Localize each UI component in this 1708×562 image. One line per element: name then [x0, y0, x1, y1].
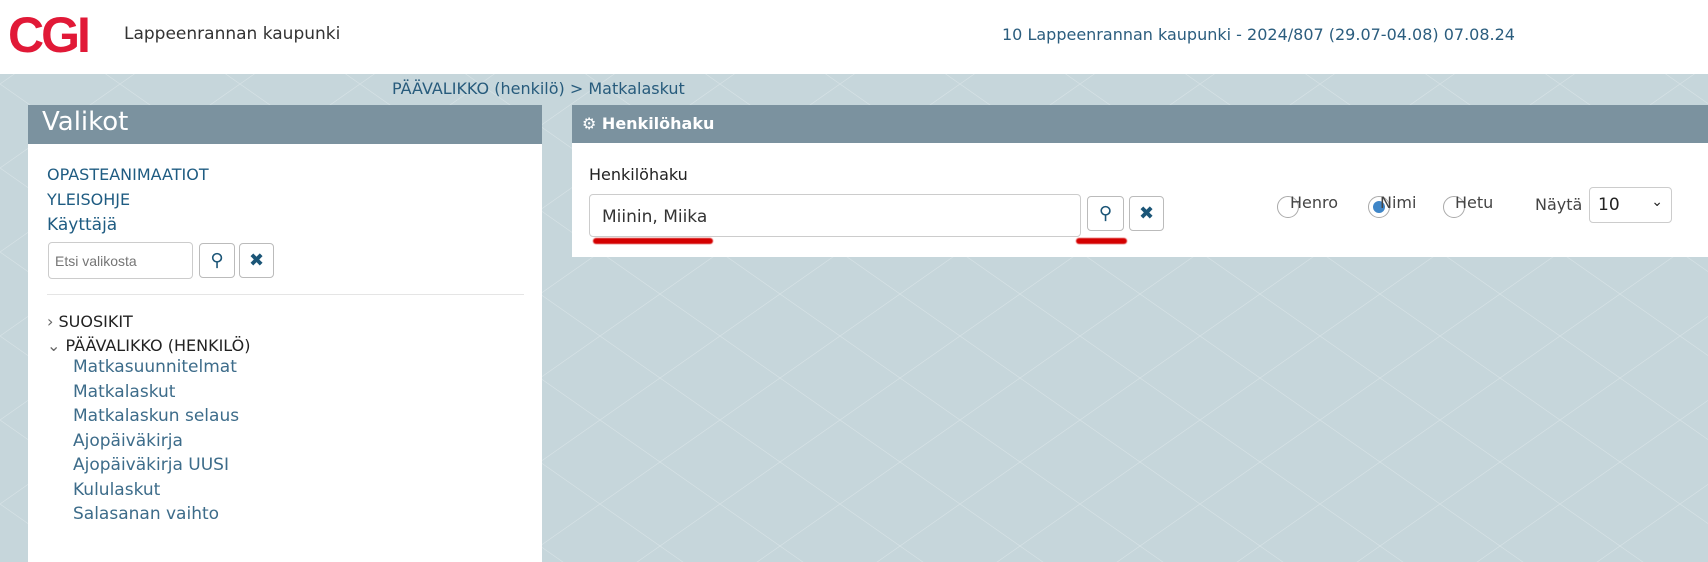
context-info: 10 Lappeenrannan kaupunki - 2024/807 (29…: [1002, 25, 1515, 44]
chevron-right-icon: ›: [47, 312, 59, 331]
radio-label-nimi: Nimi: [1380, 193, 1417, 212]
organization-name: Lappeenrannan kaupunki: [124, 24, 341, 44]
person-search-button[interactable]: ⚲: [1087, 196, 1124, 231]
menu-item-ajopaivakirja-uusi[interactable]: Ajopäiväkirja UUSI: [73, 455, 229, 475]
menu-item-salasanan-vaihto[interactable]: Salasanan vaihto: [73, 504, 219, 524]
radio-label-hetu: Hetu: [1455, 193, 1494, 212]
show-label: Näytä: [1535, 195, 1583, 214]
link-kayttaja[interactable]: Käyttäjä: [47, 215, 117, 235]
menu-item-ajopaivakirja[interactable]: Ajopäiväkirja: [73, 431, 183, 451]
close-icon: ✖: [1138, 203, 1155, 224]
link-opasteanimaatiot[interactable]: OPASTEANIMAATIOT: [47, 165, 209, 184]
panel-title: Henkilöhaku: [601, 114, 715, 133]
menu-item-matkalaskut[interactable]: Matkalaskut: [73, 382, 175, 402]
divider: [47, 294, 524, 295]
menu-item-matkalaskun-selaus[interactable]: Matkalaskun selaus: [73, 406, 239, 426]
menu-search-input[interactable]: [48, 242, 193, 279]
show-count-value: 10: [1598, 195, 1620, 215]
search-label: Henkilöhaku: [589, 165, 688, 184]
radio-label-henro: Henro: [1290, 193, 1339, 212]
gear-icon: ⚙: [582, 114, 597, 133]
close-icon: ✖: [248, 250, 265, 271]
menu-panel-title: Valikot: [28, 105, 542, 144]
menu-item-kululaskut[interactable]: Kululaskut: [73, 480, 160, 500]
menu-panel: Valikot OPASTEANIMAATIOT YLEISOHJE Käytt…: [28, 105, 542, 562]
person-search-input[interactable]: Miinin, Miika: [589, 194, 1081, 237]
group-paavalikko[interactable]: ⌄ PÄÄVALIKKO (HENKILÖ): [47, 336, 250, 355]
person-clear-button[interactable]: ✖: [1129, 196, 1164, 231]
highlight-underline: [593, 238, 713, 244]
group-label: SUOSIKIT: [58, 312, 133, 331]
menu-item-matkasuunnitelmat[interactable]: Matkasuunnitelmat: [73, 357, 237, 377]
link-yleisohje[interactable]: YLEISOHJE: [47, 190, 130, 209]
group-label: PÄÄVALIKKO (HENKILÖ): [65, 336, 251, 355]
chevron-down-icon: ⌄: [47, 336, 66, 355]
menu-search-button[interactable]: ⚲: [199, 243, 235, 278]
group-suosikit[interactable]: › SUOSIKIT: [47, 312, 133, 331]
show-count-select[interactable]: 10 ⌄: [1589, 187, 1672, 223]
person-search-header: ⚙ Henkilöhaku: [572, 105, 1708, 143]
header: CGI Lappeenrannan kaupunki 10 Lappeenran…: [0, 0, 1708, 74]
search-icon: ⚲: [1098, 203, 1113, 224]
highlight-underline: [1076, 238, 1127, 244]
breadcrumb[interactable]: PÄÄVALIKKO (henkilö) > Matkalaskut: [392, 79, 685, 98]
person-search-panel: ⚙ Henkilöhaku Henkilöhaku Miinin, Miika …: [572, 105, 1708, 257]
search-icon: ⚲: [210, 250, 224, 271]
cgi-logo: CGI: [8, 7, 91, 63]
menu-clear-button[interactable]: ✖: [239, 243, 274, 278]
chevron-down-icon: ⌄: [1651, 194, 1663, 210]
